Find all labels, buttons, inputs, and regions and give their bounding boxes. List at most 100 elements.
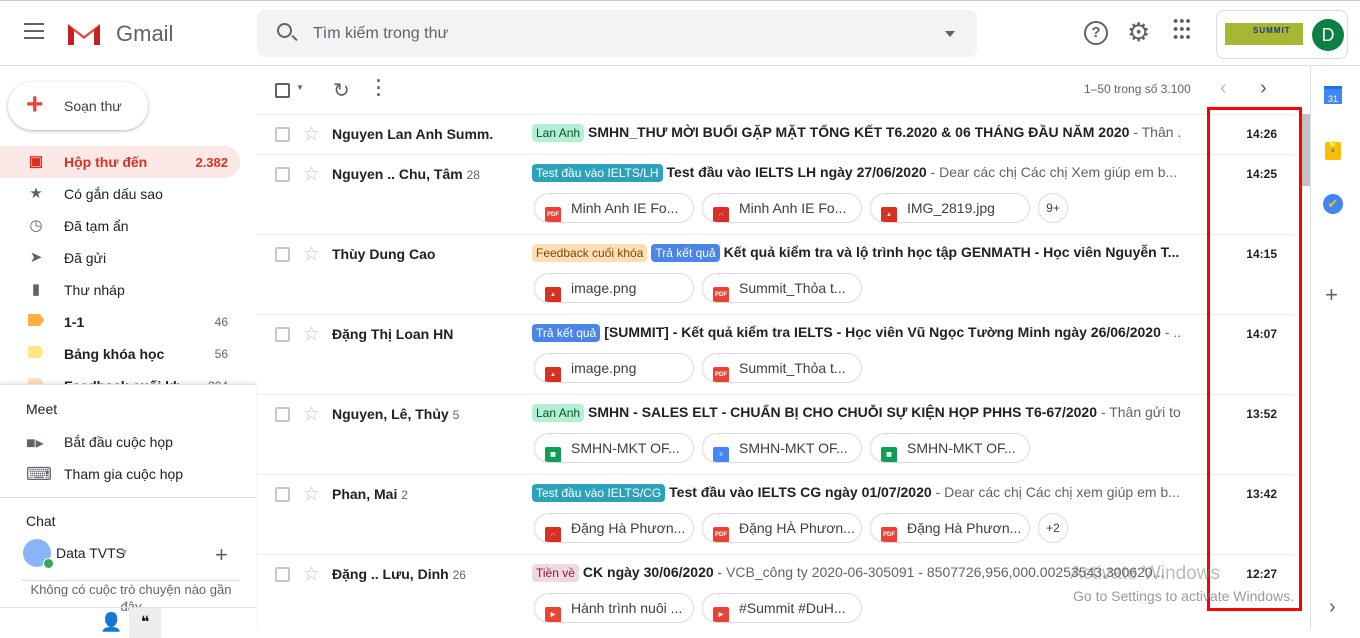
attachment-chip[interactable]: ▦ SMHN-MKT OF... [534,433,694,463]
help-icon[interactable]: ? [1084,21,1108,45]
chat-user-name[interactable]: Data TVTS [56,545,125,561]
star-icon[interactable]: ☆ [303,563,320,586]
attachment-chip[interactable]: ▲ image.png [534,273,694,303]
settings-gear-icon[interactable]: ⚙ [1127,17,1150,48]
attachment-chip[interactable]: ▲ image.png [534,353,694,383]
row-checkbox[interactable] [275,167,290,182]
email-row[interactable]: ☆ Phan, Mai 2 Test đầu vào IELTS/CG Test … [256,474,1294,554]
hangouts-icon[interactable]: ❝ [129,608,161,638]
attachment-chip[interactable]: ≡ SMHN-MKT OF... [702,433,862,463]
previous-page-icon[interactable]: ‹ [1220,77,1227,100]
add-addon-icon[interactable]: + [1325,282,1338,308]
chevron-down-icon[interactable]: ▼ [120,547,129,557]
more-attachments-chip[interactable]: 9+ [1038,193,1068,223]
email-label[interactable]: Trả kết quả [532,324,601,342]
apps-grid-icon[interactable]: ••• ••• ••• [1173,14,1192,45]
gmail-logo-icon[interactable] [66,20,102,47]
email-label[interactable]: Lan Anh [532,404,585,422]
star-icon[interactable]: ☆ [303,323,320,346]
thread-count: 26 [452,568,466,582]
email-label[interactable]: Feedback cuối khóa [532,244,648,262]
email-row[interactable]: ☆ Đặng Thị Loan HN Trả kết quả [SUMMIT] -… [256,314,1294,394]
attachment-chip[interactable]: ▶ Hành trình nuôi ... [534,593,694,623]
account-switcher[interactable]: SUMMIT D [1216,10,1348,59]
sidebar-item-label: Hộp thư đến [64,154,148,170]
attachment-name: IMG_2819.jpg [907,200,995,216]
email-label[interactable]: Test đầu vào IELTS/CG [532,484,666,502]
star-icon[interactable]: ☆ [303,403,320,426]
pdf-file-icon: PDF [713,527,729,542]
sender: Đặng .. Lưu, Dinh 26 [332,566,466,582]
attachment-chip[interactable]: ▶ #Summit #DuH... [702,593,862,623]
star-icon[interactable]: ☆ [303,243,320,266]
sidebar-item-label: Thư nháp [64,282,125,298]
row-checkbox[interactable] [275,407,290,422]
start-meeting-link[interactable]: Bắt đầu cuộc họp [64,434,173,450]
email-label[interactable]: Test đầu vào IELTS/LH [532,164,663,182]
sidebar-item[interactable]: ★ Có gắn dấu sao [0,178,240,210]
sidebar-item[interactable]: ▮ Thư nháp [0,274,240,306]
attachment-chip[interactable]: PDF Đặng Hà Phươn... [870,513,1030,543]
row-checkbox[interactable] [275,327,290,342]
compose-button[interactable]: + Soạn thư [8,82,148,130]
email-row[interactable]: ☆ Nguyen Lan Anh Summ. Lan Anh SMHN_THƯ M… [256,114,1294,154]
email-label[interactable]: Trả kết quả [651,244,720,262]
sidebar-item-label: Đã tạm ẩn [64,218,129,234]
star-icon[interactable]: ☆ [303,163,320,186]
sidebar-item-count: 46 [214,315,228,329]
sidebar-item[interactable]: ◷ Đã tạm ẩn [0,210,240,242]
email-row[interactable]: ☆ Nguyen, Lê, Thủy 5 Lan Anh SMHN - SALES… [256,394,1294,474]
attachment-name: Minh Anh IE Fo... [571,200,679,216]
attachment-chip[interactable]: ▦ SMHN-MKT OF... [870,433,1030,463]
email-subject-line: Lan Anh SMHN_THƯ MỜI BUỔI GẶP MẶT TỔNG KẾ… [532,124,1182,142]
attachment-chip[interactable]: PDF Đặng HÀ Phươn... [702,513,862,543]
sidebar-item[interactable]: ➤ Đã gửi [0,242,240,274]
sheet-file-icon: ▦ [881,447,897,462]
join-meeting-link[interactable]: Tham gia cuộc họp [64,466,183,482]
star-icon[interactable]: ☆ [303,483,320,506]
attachment-chip[interactable]: ∩ Minh Anh IE Fo... [702,193,862,223]
app-name: Gmail [116,21,174,46]
meet-heading: Meet [26,401,58,417]
attachment-chip[interactable]: PDF Minh Anh IE Fo... [534,193,694,223]
row-checkbox[interactable] [275,247,290,262]
image-file-icon: ▲ [881,207,897,222]
pdf-file-icon: PDF [713,287,729,302]
more-options-icon[interactable]: · · · [376,72,382,104]
new-chat-plus-icon[interactable]: + [215,542,228,568]
tasks-icon[interactable]: ✔ [1323,194,1343,214]
sidebar-item[interactable]: Bảng khóa học 56 [0,338,240,370]
attachment-chip[interactable]: ∩ Đặng Hà Phươn... [534,513,694,543]
sidebar-item[interactable]: Feedback cuối kh...204 [0,370,240,384]
attachment-chip[interactable]: ▲ IMG_2819.jpg [870,193,1030,223]
sidebar-item[interactable]: 1-1 46 [0,306,240,338]
list-toolbar: ▼ ↻ · · · 1–50 trong số 3.100 ‹ › [256,66,1310,114]
email-label[interactable]: Lan Anh [532,124,585,142]
email-subject-line: Test đầu vào IELTS/CG Test đầu vào IELTS … [532,484,1182,502]
row-checkbox[interactable] [275,487,290,502]
sidebar-item[interactable]: ▣ Hộp thư đến 2.382 [0,146,240,178]
main-menu-icon[interactable] [24,23,44,39]
row-checkbox[interactable] [275,127,290,142]
attachment-chip[interactable]: PDF Summit_Thỏa t... [702,353,862,383]
select-dropdown-icon[interactable]: ▼ [296,83,304,92]
search-icon[interactable] [277,23,292,38]
row-checkbox[interactable] [275,567,290,582]
keep-icon[interactable]: 💡 [1325,142,1341,160]
email-list-panel: ▼ ↻ · · · 1–50 trong số 3.100 ‹ › ☆ Nguyen… [256,66,1310,630]
next-page-icon[interactable]: › [1260,77,1267,100]
email-row[interactable]: ☆ Nguyen .. Chu, Tâm 28 Test đầu vào IEL… [256,154,1294,234]
search-input[interactable]: Tìm kiếm trong thư [257,10,977,57]
expand-panel-icon[interactable]: › [1329,596,1336,619]
star-icon[interactable]: ☆ [303,123,320,146]
avatar[interactable]: D [1312,19,1344,51]
attachment-chip[interactable]: PDF Summit_Thỏa t... [702,273,862,303]
search-options-icon[interactable] [945,31,955,42]
calendar-icon[interactable]: 31 [1324,86,1342,104]
refresh-icon[interactable]: ↻ [333,78,350,103]
select-all-checkbox[interactable] [275,83,290,98]
side-panel: 31 💡 ✔ + › [1310,66,1360,630]
more-attachments-chip[interactable]: +2 [1038,513,1068,543]
email-label[interactable]: Tiền về [532,564,579,582]
email-row[interactable]: ☆ Thùy Dung Cao Feedback cuối khóa Trả kế… [256,234,1294,314]
